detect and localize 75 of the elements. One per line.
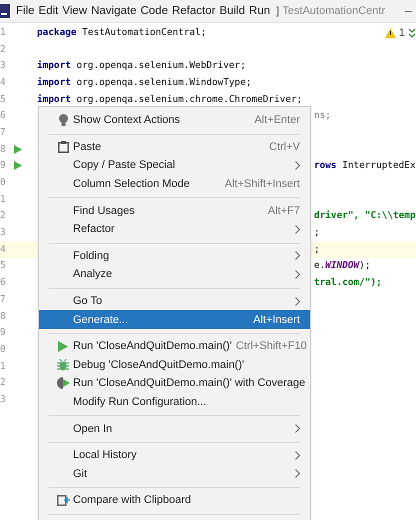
line-number: 3 <box>0 394 7 405</box>
menu-item[interactable]: Show Context Actions Alt+Enter <box>39 111 310 130</box>
minimize-button[interactable]: − <box>404 4 416 18</box>
code-line: package TestAutomationCentral; <box>37 26 206 38</box>
menu-item[interactable]: Git <box>39 464 310 484</box>
menu-item[interactable]: Find Usages Alt+F7 <box>39 201 310 220</box>
line-number: 8 <box>0 144 7 155</box>
menu-item[interactable]: File <box>16 5 35 17</box>
line-number: 6 <box>0 277 7 288</box>
code-line: ; <box>314 227 320 238</box>
line-number: 9 <box>0 327 7 338</box>
line-number: 1 <box>0 194 7 205</box>
line-number: 0 <box>0 177 7 188</box>
line-number: 7 <box>0 294 7 305</box>
warning-count[interactable]: 1 <box>398 27 405 39</box>
menu-item[interactable]: Copy / Paste Special <box>39 156 310 175</box>
menu-item[interactable]: Go To <box>39 292 310 310</box>
chevron-icon[interactable] <box>408 28 416 38</box>
line-number: 4 <box>0 76 7 88</box>
menu-item[interactable]: Open In <box>39 419 310 438</box>
line-number: 2 <box>0 377 7 388</box>
line-number: 3 <box>0 60 7 72</box>
menu-item[interactable]: View <box>62 5 88 17</box>
menu-item[interactable]: Folding <box>39 246 310 266</box>
run-icon <box>58 340 68 352</box>
compare-icon <box>56 494 70 506</box>
line-number: 5 <box>0 94 7 105</box>
code-line: tral.com/"); <box>314 277 382 288</box>
line-number: 1 <box>0 26 7 38</box>
menu-item[interactable]: Modify Run Configuration... <box>39 392 310 412</box>
run-gutter-icon[interactable] <box>14 161 22 170</box>
code-line: e.WINDOW); <box>314 260 370 272</box>
menu-item[interactable]: Code <box>140 5 168 17</box>
line-number: 7 <box>0 126 7 138</box>
code-line: ; <box>314 244 320 255</box>
menu-item[interactable]: Compare with Clipboard <box>39 491 310 510</box>
menu-item[interactable]: Column Selection Mode Alt+Shift+Insert <box>39 174 310 194</box>
line-number: 1 <box>0 360 7 372</box>
clipboard-icon <box>58 140 68 153</box>
code-line: driver", "C:\\temp <box>314 210 416 222</box>
menu-item[interactable]: Local History <box>39 446 310 464</box>
line-number: 6 <box>0 110 7 122</box>
bug-icon <box>57 358 69 371</box>
code-line: import org.openqa.selenium.WebDriver; <box>37 60 246 72</box>
code-line: rows InterruptedEx <box>314 160 416 172</box>
window-title: TestAutomationCentr <box>282 5 386 17</box>
menu-item[interactable]: Build <box>219 5 246 17</box>
run-gutter-icon[interactable] <box>14 144 22 154</box>
line-number: 4 <box>0 244 7 255</box>
code-line: import org.openqa.selenium.WindowType; <box>37 76 252 88</box>
menu-item[interactable]: Edit <box>38 5 58 17</box>
menu-overflow[interactable]: ] <box>275 4 280 18</box>
line-number: 3 <box>0 227 7 238</box>
line-number: 2 <box>0 210 7 222</box>
warning-icon <box>384 28 396 38</box>
line-number: 9 <box>0 160 7 172</box>
menu-item[interactable]: Refactor <box>39 220 310 239</box>
menu-item[interactable]: Refactor <box>172 5 216 17</box>
menu-item[interactable]: Debug 'CloseAndQuitDemo.main()' <box>39 356 310 374</box>
lightbulb-icon <box>58 114 68 126</box>
coverage-icon <box>56 377 70 390</box>
menu-item[interactable]: Run 'CloseAndQuitDemo.main()' with Coverage <box>39 374 310 393</box>
menu-item[interactable]: Paste Ctrl+V <box>39 138 310 156</box>
menu-item[interactable]: Analyze <box>39 265 310 284</box>
line-number: 5 <box>0 260 7 272</box>
app-logo-icon <box>0 4 10 18</box>
menu-item[interactable]: Run 'CloseAndQuitDemo.main()' Ctrl+Shift+F10 <box>39 336 310 356</box>
code-line: ns; <box>314 110 331 122</box>
menu-item[interactable]: Navigate <box>91 5 136 17</box>
line-number: 0 <box>0 344 7 355</box>
menu-item[interactable]: Generate... Alt+Insert <box>39 310 310 329</box>
code-line: import org.openqa.selenium.chrome.ChromeDriver; <box>37 94 302 105</box>
line-number: 2 <box>0 44 7 55</box>
menu-item[interactable]: Run <box>249 5 270 17</box>
line-number: 8 <box>0 310 7 322</box>
